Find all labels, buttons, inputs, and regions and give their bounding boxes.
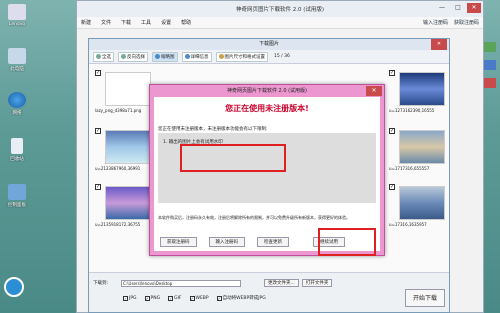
file-name: u=1273162390,16555 xyxy=(389,108,435,113)
desktop-icon-recycle-bin[interactable]: 回收站 xyxy=(2,138,32,162)
dialog-footer-text: 本软件购买后，注册码永久有效，注册后将解除所有的限制，并可以免费升级所有新版本，… xyxy=(158,215,350,220)
menu-item-download[interactable]: 下载 xyxy=(121,19,131,26)
check-icon xyxy=(96,54,101,59)
app-shortcut-icon[interactable] xyxy=(4,277,24,297)
dialog-heading: 您正在使用未注册版本! xyxy=(225,104,309,113)
list-icon xyxy=(184,54,190,59)
file-name: u=17316,1635957 xyxy=(389,222,427,227)
invert-label: 反向选择 xyxy=(127,54,145,60)
image-thumbnail xyxy=(399,130,445,164)
check-update-button[interactable]: 检查更新 xyxy=(257,237,289,247)
file-name: u=1717316,655557 xyxy=(389,166,430,171)
get-code-button[interactable]: 获取注册码 xyxy=(160,237,197,247)
download-settings-panel: 下载到: C:\Users\lenovo\Desktop 更改文件夹... 打开… xyxy=(89,272,449,312)
menu-item-file[interactable]: 文件 xyxy=(101,19,111,26)
desktop-icon-label: 控制面板 xyxy=(8,203,26,208)
image-thumbnail xyxy=(399,186,445,220)
desktop-icon-label: 此电脑 xyxy=(10,67,24,72)
image-thumbnail xyxy=(105,130,151,164)
webp-to-jpg-checkbox[interactable]: ✓ 自动将WEBP转成JPG xyxy=(216,295,266,301)
desktop-icon-label: Lenovo xyxy=(8,22,26,27)
dialog-title-bar: 神奇网页图片下载软件 2.0 (试用版) ✕ xyxy=(150,85,384,97)
select-all-label: 全选 xyxy=(102,54,111,60)
invert-selection-button[interactable]: 反向选择 xyxy=(118,51,148,62)
list-close-button[interactable]: ✕ xyxy=(431,39,447,50)
menu-bar: 新建 文件 下载 工具 设置 帮助 输入注册码 获取注册码 xyxy=(77,17,483,29)
invert-icon xyxy=(121,54,126,59)
desktop-icon-label: 回收站 xyxy=(10,157,24,162)
detail-view-label: 详细信息 xyxy=(190,54,209,60)
list-window-title: 下载图片 xyxy=(258,41,279,47)
computer-icon xyxy=(8,4,26,20)
minimize-button[interactable]: — xyxy=(435,3,449,13)
list-toolbar: 全选 反向选择 缩略图 详细信息 图片尺寸和格式设置 15 / 36 xyxy=(89,50,449,64)
thumb-view-label: 缩略图 xyxy=(161,54,175,60)
grid-icon xyxy=(155,54,160,59)
format-label: 自动将WEBP转成JPG xyxy=(222,296,266,301)
format-label: WEBP xyxy=(195,295,209,301)
desktop-icon-label: 网络 xyxy=(12,111,22,116)
change-folder-button[interactable]: 更改文件夹... xyxy=(264,279,299,287)
dialog-title: 神奇网页图片下载软件 2.0 (试用版) xyxy=(226,88,308,94)
image-thumbnail xyxy=(105,186,151,220)
menu-item-tools[interactable]: 工具 xyxy=(141,19,151,26)
file-name: u=2123867960,36991 xyxy=(95,166,141,171)
side-icon[interactable] xyxy=(484,60,496,70)
globe-icon xyxy=(8,92,26,108)
maximize-button[interactable]: □ xyxy=(451,3,465,13)
format-png-checkbox[interactable]: ✓ PNG xyxy=(144,295,161,301)
download-to-label: 下载到: xyxy=(93,281,109,286)
image-thumbnail xyxy=(105,72,151,106)
highlight-box-limitation xyxy=(180,144,286,172)
select-all-button[interactable]: 全选 xyxy=(93,51,114,62)
item-checkbox[interactable]: ✓ xyxy=(389,128,395,134)
filter-settings-button[interactable]: 图片尺寸和格式设置 xyxy=(215,51,268,62)
format-label: JPG xyxy=(129,295,137,301)
item-checkbox[interactable]: ✓ xyxy=(389,184,395,190)
download-path-input[interactable]: C:\Users\lenovo\Desktop xyxy=(121,279,242,287)
get-code-link[interactable]: 获取注册码 xyxy=(454,19,479,26)
format-label: PNG xyxy=(150,295,161,301)
monitor-icon xyxy=(8,48,26,64)
file-name: u=2135918172,36755 xyxy=(95,222,141,227)
menu-item-help[interactable]: 帮助 xyxy=(181,19,191,26)
format-gif-checkbox[interactable]: ✓ GIF xyxy=(168,295,182,301)
item-checkbox[interactable]: ✓ xyxy=(95,184,101,190)
desktop-icon-network[interactable]: 网络 xyxy=(2,92,32,116)
thumbnail-view-button[interactable]: 缩略图 xyxy=(152,51,178,62)
gear-icon xyxy=(218,54,224,59)
detail-view-button[interactable]: 详细信息 xyxy=(181,51,212,62)
item-checkbox[interactable]: ✓ xyxy=(95,70,101,76)
highlight-box-continue xyxy=(318,228,376,256)
image-thumbnail xyxy=(399,72,445,106)
menu-item-new[interactable]: 新建 xyxy=(81,19,91,26)
format-label: GIF xyxy=(174,295,182,301)
dialog-close-button[interactable]: ✕ xyxy=(366,86,382,96)
side-icon[interactable] xyxy=(484,78,496,88)
side-icon[interactable] xyxy=(484,42,496,52)
dialog-intro: 您正在使用未注册版本，未注册版本功能会有以下限制: xyxy=(158,127,268,132)
list-title-bar: 下载图片 ✕ xyxy=(89,39,449,50)
enter-code-button[interactable]: 输入注册码 xyxy=(208,237,245,247)
format-webp-checkbox[interactable]: ✓ WEBP xyxy=(189,295,209,301)
desktop-icon-lenovo[interactable]: Lenovo xyxy=(2,4,32,27)
format-jpg-checkbox[interactable]: ✓ JPG xyxy=(123,295,137,301)
item-checkbox[interactable]: ✓ xyxy=(95,128,101,134)
filter-label: 图片尺寸和格式设置 xyxy=(224,54,266,60)
start-download-button[interactable]: 开始下载 xyxy=(405,289,445,307)
desktop-icon-this-pc[interactable]: 此电脑 xyxy=(2,48,32,72)
open-folder-button[interactable]: 打开文件夹 xyxy=(301,279,333,287)
selection-count: 15 / 36 xyxy=(274,54,290,59)
menu-item-settings[interactable]: 设置 xyxy=(161,19,171,26)
item-checkbox[interactable]: ✓ xyxy=(389,70,395,76)
file-name: lazy_png_d398a71.png xyxy=(95,108,142,113)
main-title-bar: 神奇网页图片下载软件 2.0 (试用版) — □ ✕ xyxy=(77,1,483,17)
recycle-bin-icon xyxy=(11,138,23,154)
desktop-icon-control-panel[interactable]: 控制面板 xyxy=(2,184,32,208)
enter-code-link[interactable]: 输入注册码 xyxy=(423,19,448,26)
control-panel-icon xyxy=(8,184,26,200)
close-button[interactable]: ✕ xyxy=(467,3,481,13)
main-window-title: 神奇网页图片下载软件 2.0 (试用版) xyxy=(235,7,325,13)
